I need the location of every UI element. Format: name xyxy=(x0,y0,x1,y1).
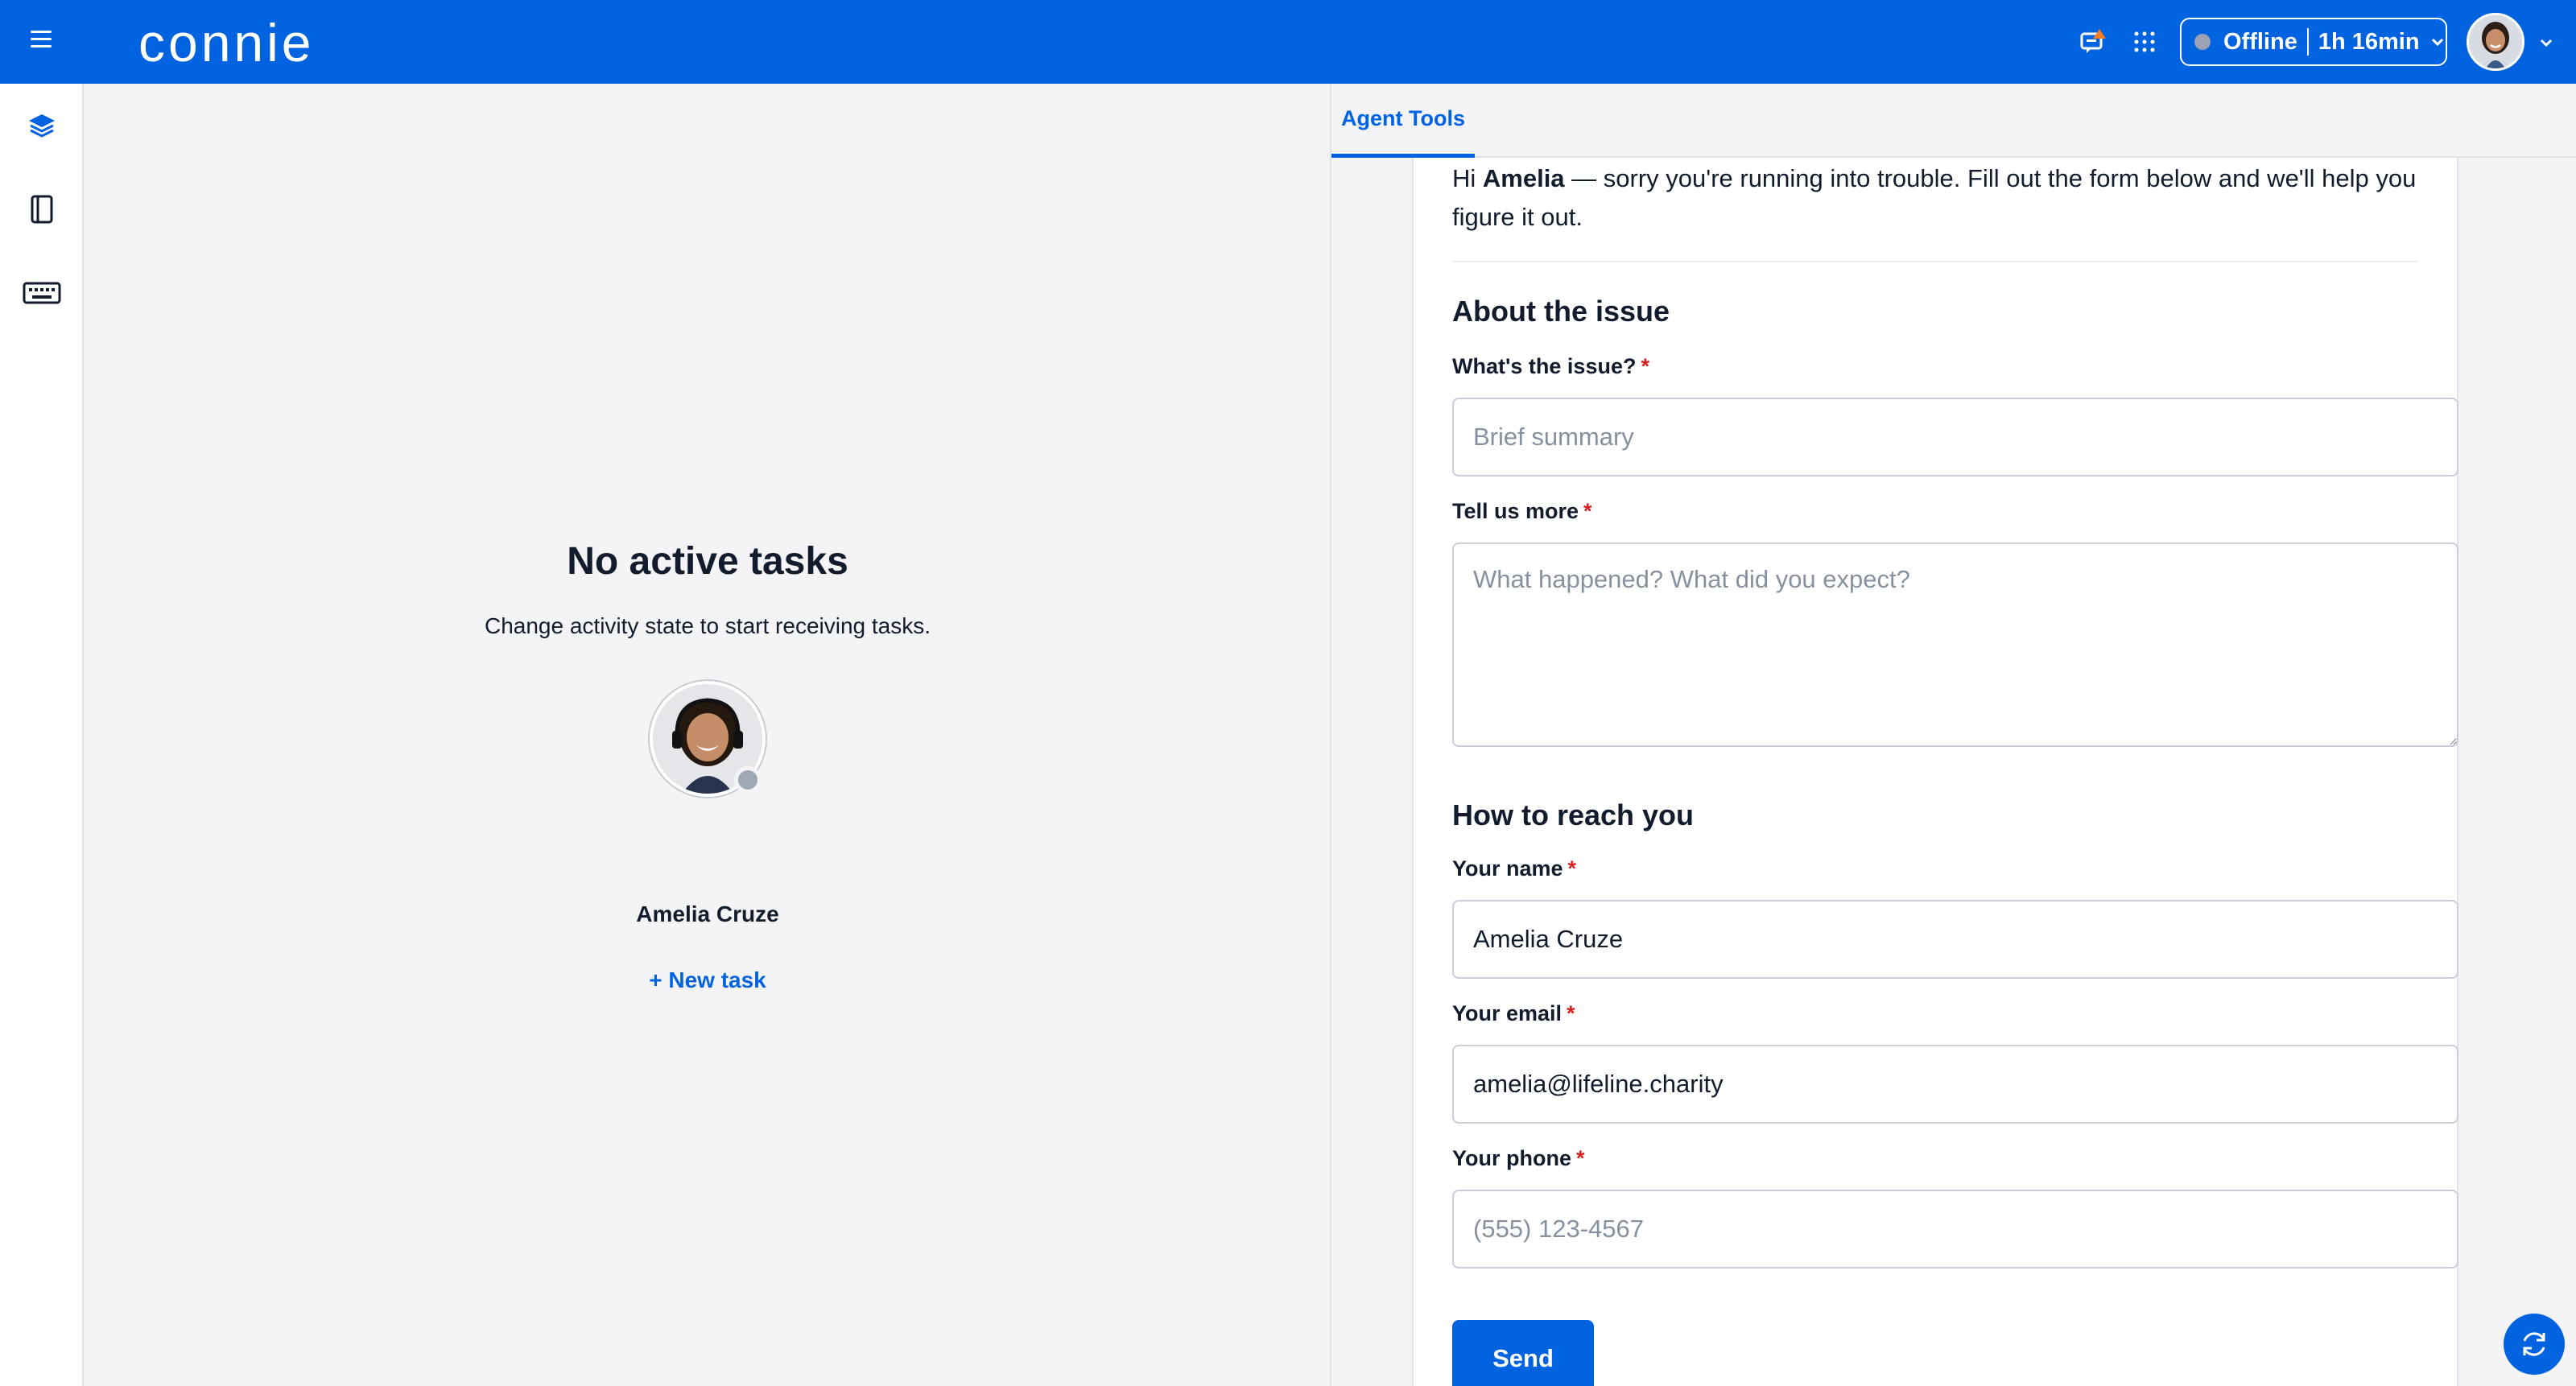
intro-name: Amelia xyxy=(1482,164,1565,192)
phone-input[interactable] xyxy=(1452,1190,2458,1268)
issue-label-text: What's the issue? xyxy=(1452,354,1637,378)
form-intro: Hi Amelia — sorry you're running into tr… xyxy=(1452,159,2434,237)
nav-item-directory[interactable] xyxy=(23,190,61,229)
account-menu-chevron-icon[interactable] xyxy=(2537,34,2555,52)
refresh-icon xyxy=(2523,1332,2545,1356)
nav-item-tasks[interactable] xyxy=(23,106,61,145)
presence-indicator xyxy=(734,766,762,794)
directory-icon xyxy=(31,195,53,224)
email-input[interactable] xyxy=(1452,1045,2458,1124)
connie-logo: connie xyxy=(138,13,315,72)
keyboard-icon xyxy=(23,282,61,304)
intro-greeting: Hi xyxy=(1452,164,1483,192)
issue-label: What's the issue? * xyxy=(1452,354,1649,379)
required-marker: * xyxy=(1583,499,1592,523)
issue-details-textarea[interactable] xyxy=(1452,542,2458,747)
agent-name: Amelia Cruze xyxy=(636,901,779,926)
svg-text:connie: connie xyxy=(138,13,315,72)
status-duration: 1h 16min xyxy=(2318,28,2420,55)
more-label: Tell us more * xyxy=(1452,499,1592,524)
side-navigation xyxy=(0,84,84,1386)
email-label: Your email * xyxy=(1452,1001,1575,1026)
activity-status-selector[interactable]: Offline 1h 16min xyxy=(2180,18,2447,66)
required-marker: * xyxy=(1567,856,1577,881)
name-label-text: Your name xyxy=(1452,856,1563,881)
intro-divider xyxy=(1452,261,2418,262)
panel-tab-bar: Agent Tools xyxy=(1331,84,2576,158)
status-divider xyxy=(2306,28,2309,56)
intro-text: — sorry you're running into trouble. Fil… xyxy=(1452,164,2417,231)
name-input[interactable] xyxy=(1452,900,2458,979)
status-state: Offline xyxy=(2223,28,2297,55)
status-dot xyxy=(2194,34,2211,50)
section-heading-contact: How to reach you xyxy=(1452,798,1695,831)
tab-agent-tools[interactable]: Agent Tools xyxy=(1331,84,1475,158)
refresh-button[interactable] xyxy=(2504,1314,2565,1375)
more-label-text: Tell us more xyxy=(1452,499,1579,523)
required-marker: * xyxy=(1576,1146,1585,1170)
required-marker: * xyxy=(1641,354,1649,378)
layers-icon xyxy=(29,114,55,138)
menu-icon[interactable] xyxy=(31,31,52,52)
required-marker: * xyxy=(1567,1001,1575,1025)
send-button[interactable]: Send xyxy=(1452,1320,1594,1386)
empty-state-title: No active tasks xyxy=(567,540,848,583)
section-heading-issue: About the issue xyxy=(1452,295,1670,328)
phone-label-text: Your phone xyxy=(1452,1146,1571,1170)
chevron-down-icon xyxy=(2431,38,2443,47)
tab-agent-tools-label: Agent Tools xyxy=(1341,106,1465,130)
new-task-link[interactable]: + New task xyxy=(84,967,1331,993)
top-bar: connie Offline 1h 16min xyxy=(0,0,2576,84)
nav-item-keyboard[interactable] xyxy=(23,274,61,312)
name-label: Your name * xyxy=(1452,856,1576,881)
email-label-text: Your email xyxy=(1452,1001,1563,1025)
support-form: Hi Amelia — sorry you're running into tr… xyxy=(1412,158,2458,1386)
user-avatar[interactable] xyxy=(2467,13,2524,71)
phone-label: Your phone * xyxy=(1452,1146,1585,1171)
apps-grid-icon[interactable] xyxy=(2132,29,2157,55)
agent-tools-panel: Agent Tools Hi Amelia — sorry you're run… xyxy=(1331,84,2576,1386)
issue-summary-input[interactable] xyxy=(1452,398,2458,476)
empty-state-subtitle: Change activity state to start receiving… xyxy=(484,613,931,638)
task-area: No active tasks Change activity state to… xyxy=(84,84,1331,1386)
avatar-image xyxy=(2469,15,2522,68)
notifications-icon[interactable] xyxy=(2079,26,2111,58)
